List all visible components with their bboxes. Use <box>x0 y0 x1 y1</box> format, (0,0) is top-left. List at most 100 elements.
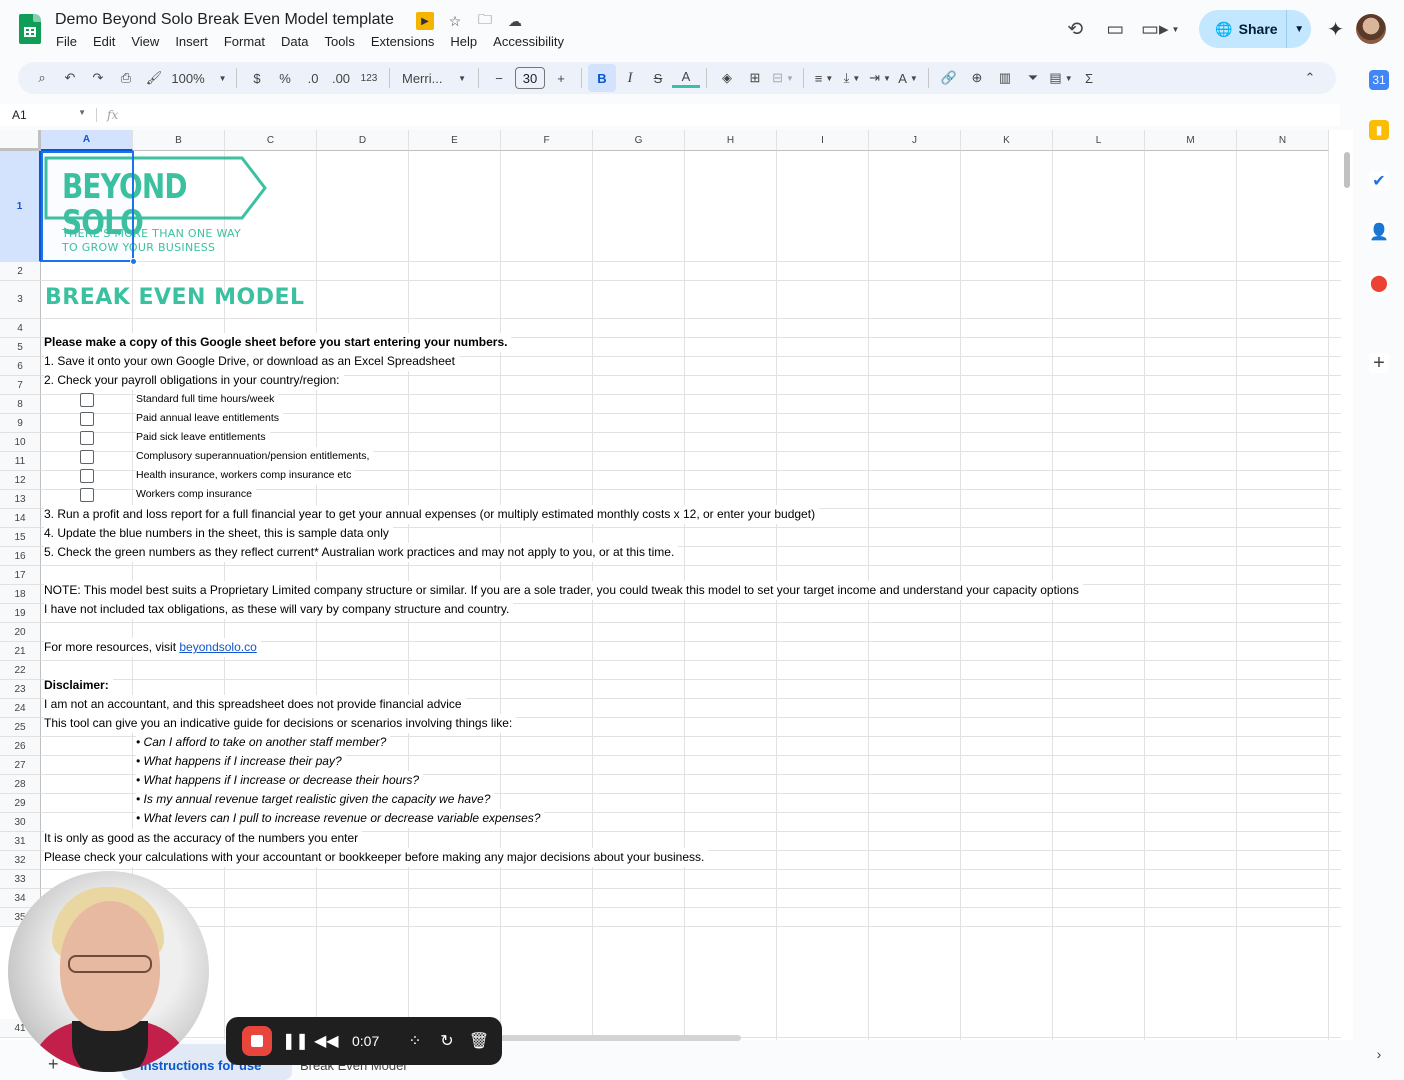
checklist-item[interactable]: Complusory superannuation/pension entitl… <box>136 447 374 466</box>
column-header-b[interactable]: B <box>133 130 225 151</box>
row-header-4[interactable]: 4 <box>0 319 41 338</box>
row-header-22[interactable]: 22 <box>0 661 41 680</box>
row-header-32[interactable]: 32 <box>0 851 41 870</box>
column-header-h[interactable]: H <box>685 130 777 151</box>
beyondsolo-link[interactable]: beyondsolo.co <box>179 640 256 654</box>
font-size-decrease-button[interactable]: − <box>485 64 513 92</box>
filter-views-icon[interactable]: ▤ ▼ <box>1047 64 1075 92</box>
menu-extensions[interactable]: Extensions <box>371 34 442 49</box>
gemini-icon[interactable]: ✦ <box>1327 17 1344 42</box>
stop-recording-button[interactable] <box>242 1026 272 1056</box>
increase-decimal-button[interactable]: .00 <box>327 64 355 92</box>
italic-button[interactable]: I <box>616 64 644 92</box>
checkbox[interactable] <box>80 393 94 407</box>
row-header-5[interactable]: 5 <box>0 338 41 357</box>
contacts-icon[interactable]: 👤 <box>1369 222 1389 242</box>
cell-a24[interactable]: I am not an accountant, and this spreads… <box>44 695 466 714</box>
row-header-12[interactable]: 12 <box>0 471 41 490</box>
checklist-item[interactable]: Paid annual leave entitlements <box>136 409 284 428</box>
zoom-select[interactable]: 100% ▼ <box>168 64 230 92</box>
row-header-3[interactable]: 3 <box>0 281 41 319</box>
font-size-increase-button[interactable]: + <box>547 64 575 92</box>
menu-insert[interactable]: Insert <box>175 34 215 49</box>
share-dropdown-icon[interactable]: ▼ <box>1287 24 1311 35</box>
row-header-26[interactable]: 26 <box>0 737 41 756</box>
row-header-21[interactable]: 21 <box>0 642 41 661</box>
row-header-13[interactable]: 13 <box>0 490 41 509</box>
cell-a14[interactable]: 3. Run a profit and loss report for a fu… <box>44 505 820 524</box>
row-header-6[interactable]: 6 <box>0 357 41 376</box>
column-header-d[interactable]: D <box>317 130 409 151</box>
cell-a21[interactable]: For more resources, visit beyondsolo.co <box>44 638 261 657</box>
checklist-item[interactable]: Standard full time hours/week <box>136 390 279 409</box>
row-header-27[interactable]: 27 <box>0 756 41 775</box>
font-select[interactable]: Merri... ▼ <box>396 64 472 92</box>
delete-icon[interactable]: 🗑 <box>468 1031 490 1051</box>
row-header-28[interactable]: 28 <box>0 775 41 794</box>
cloud-status-icon[interactable]: ☁ <box>506 12 524 30</box>
keep-icon[interactable]: ▮ <box>1369 120 1389 140</box>
row-header-10[interactable]: 10 <box>0 433 41 452</box>
row-header-31[interactable]: 31 <box>0 832 41 851</box>
functions-icon[interactable]: Σ <box>1075 64 1103 92</box>
slides-link-icon[interactable]: ▶ <box>416 12 434 30</box>
cell-a19[interactable]: I have not included tax obligations, as … <box>44 600 514 619</box>
move-folder-icon[interactable]: 🗀 <box>476 11 494 30</box>
meet-icon[interactable]: ▭▸ ▼ <box>1135 11 1185 47</box>
pause-icon[interactable]: ❚❚ <box>282 1031 309 1051</box>
percent-format-button[interactable]: % <box>271 64 299 92</box>
column-header-i[interactable]: I <box>777 130 869 151</box>
star-icon[interactable]: ☆ <box>446 12 464 30</box>
cell-a32[interactable]: Please check your calculations with your… <box>44 848 709 867</box>
expand-panel-icon[interactable]: › <box>1369 1044 1389 1064</box>
column-header-g[interactable]: G <box>593 130 685 151</box>
share-button[interactable]: 🌐 Share ▼ <box>1199 10 1312 48</box>
drag-handle-icon[interactable]: ⁘ <box>404 1031 426 1051</box>
redo-icon[interactable]: ↷ <box>84 64 112 92</box>
menu-view[interactable]: View <box>131 34 166 49</box>
maps-icon[interactable]: ⬤ <box>1369 273 1389 293</box>
decrease-decimal-button[interactable]: .0 <box>299 64 327 92</box>
filter-icon[interactable]: ⏷ <box>1019 64 1047 92</box>
font-size-input[interactable]: 30 <box>513 64 547 92</box>
row-header-19[interactable]: 19 <box>0 604 41 623</box>
fill-color-icon[interactable]: ◈ <box>713 64 741 92</box>
menu-file[interactable]: File <box>56 34 84 49</box>
cell-a7[interactable]: 2. Check your payroll obligations in you… <box>44 371 344 390</box>
row-header-2[interactable]: 2 <box>0 262 41 281</box>
column-header-n[interactable]: N <box>1237 130 1329 151</box>
cell-a15[interactable]: 4. Update the blue numbers in the sheet,… <box>44 524 393 543</box>
checkbox[interactable] <box>80 450 94 464</box>
add-addon-icon[interactable]: + <box>1369 352 1389 374</box>
insert-link-icon[interactable]: 🔗 <box>935 64 963 92</box>
text-rotation-icon[interactable]: A ▼ <box>894 64 922 92</box>
restart-icon[interactable]: ↻ <box>436 1031 458 1051</box>
bold-button[interactable]: B <box>588 64 616 92</box>
cell-a6[interactable]: 1. Save it onto your own Google Drive, o… <box>44 352 459 371</box>
insert-comment-icon[interactable]: ⊕ <box>963 64 991 92</box>
checkbox[interactable] <box>80 469 94 483</box>
name-box[interactable]: A1 ▼ <box>0 108 96 122</box>
row-header-9[interactable]: 9 <box>0 414 41 433</box>
menu-edit[interactable]: Edit <box>93 34 122 49</box>
bullet-item[interactable]: • What happens if I increase or decrease… <box>136 771 424 790</box>
row-header-25[interactable]: 25 <box>0 718 41 737</box>
row-header-7[interactable]: 7 <box>0 376 41 395</box>
borders-icon[interactable]: ⊞ <box>741 64 769 92</box>
row-header-1[interactable]: 1 <box>0 151 41 262</box>
bullet-item[interactable]: • What happens if I increase their pay? <box>136 752 346 771</box>
vertical-align-icon[interactable]: ⤓ ▼ <box>838 64 866 92</box>
column-header-m[interactable]: M <box>1145 130 1237 151</box>
row-header-8[interactable]: 8 <box>0 395 41 414</box>
bullet-item[interactable]: • Is my annual revenue target realistic … <box>136 790 495 809</box>
checklist-item[interactable]: Paid sick leave entitlements <box>136 428 270 447</box>
avatar[interactable] <box>1356 14 1386 44</box>
column-header-c[interactable]: C <box>225 130 317 151</box>
fill-handle[interactable] <box>130 258 137 265</box>
cell-a16[interactable]: 5. Check the green numbers as they refle… <box>44 543 679 562</box>
horizontal-scrollbar[interactable] <box>500 1035 741 1041</box>
vertical-scrollbar[interactable] <box>1341 130 1353 1040</box>
horizontal-align-icon[interactable]: ≡ ▼ <box>810 64 838 92</box>
document-title[interactable]: Demo Beyond Solo Break Even Model templa… <box>55 11 394 29</box>
menu-tools[interactable]: Tools <box>324 34 361 49</box>
